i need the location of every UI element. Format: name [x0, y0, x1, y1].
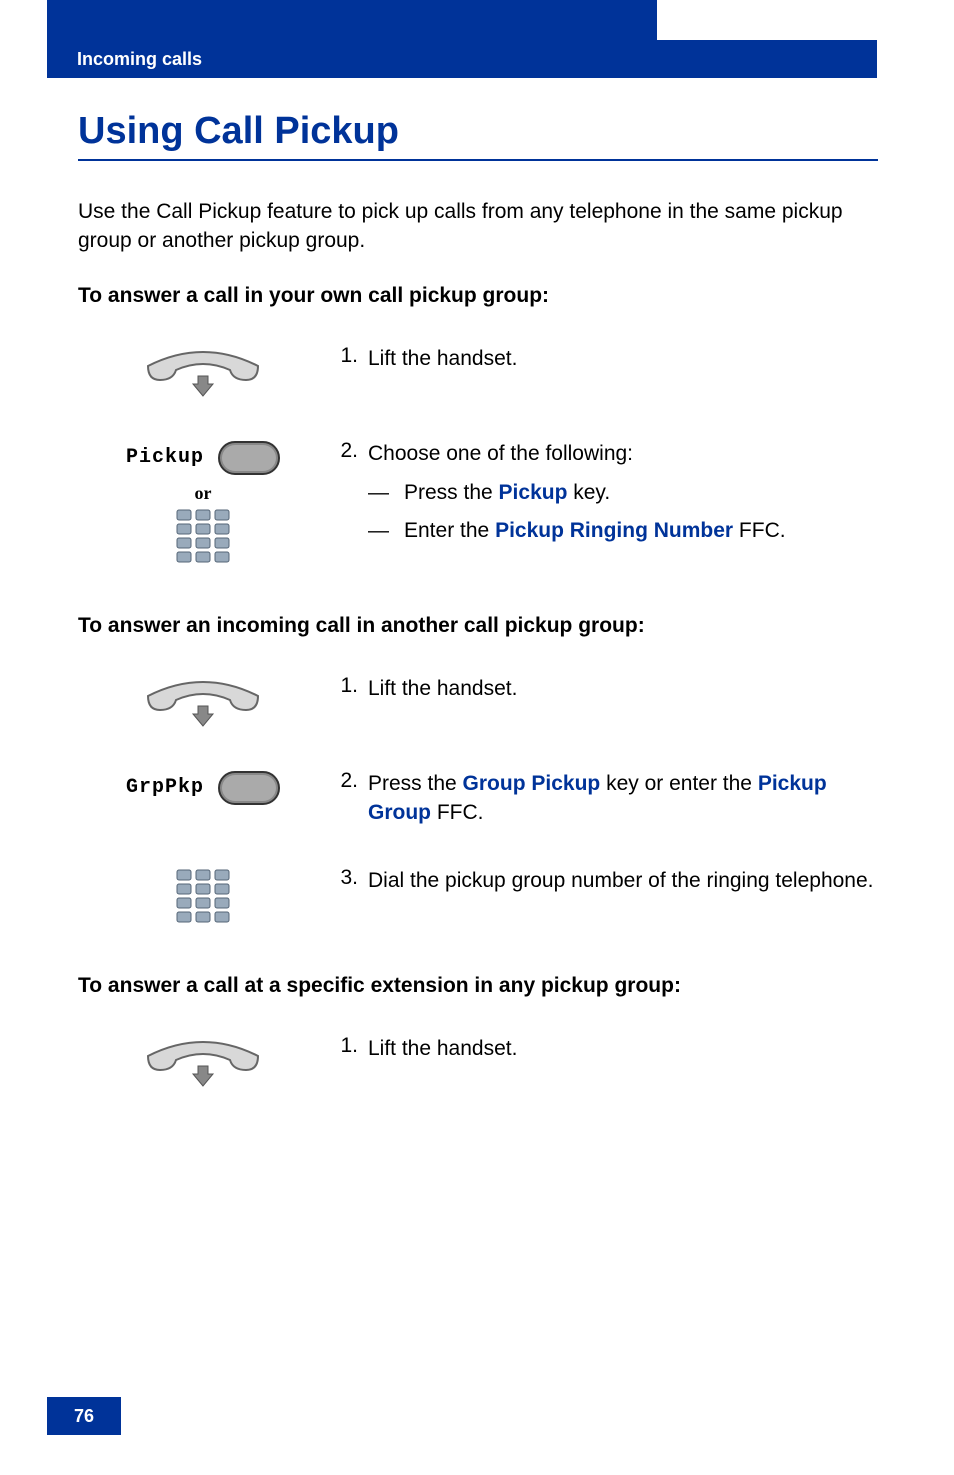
sub-list: — Press the Pickup key. — Enter the Pick… [368, 478, 878, 545]
section2-heading: To answer an incoming call in another ca… [78, 614, 878, 638]
section3-heading: To answer a call at a specific extension… [78, 974, 878, 998]
sub-text: Press the Pickup key. [404, 478, 878, 507]
softkey-row: GrpPkp [126, 771, 280, 805]
step-number: 3. [328, 866, 368, 890]
icon-column [78, 344, 328, 401]
step-row: Pickup or 2. Choose one of the following… [78, 439, 878, 564]
header-bar: Incoming calls [47, 40, 877, 78]
section-name: Incoming calls [77, 49, 202, 70]
softkey-row: Pickup [126, 441, 280, 475]
step-number: 1. [328, 1034, 368, 1058]
step-number: 1. [328, 674, 368, 698]
step-row: 1. Lift the handset. [78, 344, 878, 401]
section1-heading: To answer a call in your own call pickup… [78, 284, 878, 308]
dash: — [368, 516, 404, 545]
icon-column: Pickup or [78, 439, 328, 564]
handset-icon [138, 676, 268, 731]
dash: — [368, 478, 404, 507]
icon-column [78, 674, 328, 731]
step-text: Dial the pickup group number of the ring… [368, 866, 878, 895]
step-row: 3. Dial the pickup group number of the r… [78, 866, 878, 924]
content-area: Using Call Pickup Use the Call Pickup fe… [78, 110, 878, 1129]
page-title: Using Call Pickup [78, 110, 878, 161]
softkey-button-icon [218, 771, 280, 805]
sub-item: — Press the Pickup key. [368, 478, 878, 507]
step-number: 1. [328, 344, 368, 368]
step-row: 1. Lift the handset. [78, 674, 878, 731]
header-tab [47, 0, 657, 40]
softkey-label: Pickup [126, 446, 204, 469]
keypad-icon [175, 508, 231, 564]
icon-column: GrpPkp [78, 769, 328, 805]
step-intro: Choose one of the following: [368, 442, 633, 465]
keypad-icon [175, 868, 231, 924]
step-number: 2. [328, 769, 368, 793]
handset-icon [138, 346, 268, 401]
step-text: Lift the handset. [368, 344, 878, 373]
step-text: Lift the handset. [368, 1034, 878, 1063]
icon-column [78, 866, 328, 924]
icon-column [78, 1034, 328, 1091]
step-number: 2. [328, 439, 368, 463]
key-name: Group Pickup [463, 772, 601, 795]
intro-text: Use the Call Pickup feature to pick up c… [78, 197, 878, 256]
step-text: Lift the handset. [368, 674, 878, 703]
softkey-button-icon [218, 441, 280, 475]
key-name: Pickup [499, 481, 568, 504]
step-row: 1. Lift the handset. [78, 1034, 878, 1091]
page-number: 76 [47, 1397, 121, 1435]
handset-icon [138, 1036, 268, 1091]
or-separator: or [195, 483, 212, 504]
step-text: Choose one of the following: — Press the… [368, 439, 878, 553]
step-text: Press the Group Pickup key or enter the … [368, 769, 878, 828]
step-row: GrpPkp 2. Press the Group Pickup key or … [78, 769, 878, 828]
key-name: Pickup Ringing Number [495, 519, 733, 542]
sub-text: Enter the Pickup Ringing Number FFC. [404, 516, 878, 545]
softkey-label: GrpPkp [126, 776, 204, 799]
sub-item: — Enter the Pickup Ringing Number FFC. [368, 516, 878, 545]
